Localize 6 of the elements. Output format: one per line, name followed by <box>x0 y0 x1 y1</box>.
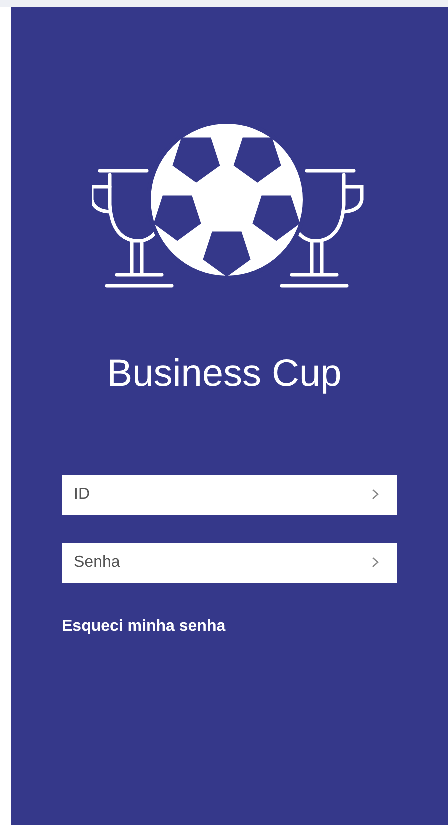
chevron-right-icon <box>372 557 379 568</box>
chevron-right-icon <box>372 489 379 500</box>
input-field[interactable]: ID <box>62 475 397 515</box>
input-field[interactable]: Senha <box>62 543 397 583</box>
forgot-password-link[interactable]: Esqueci minha senha <box>62 618 226 635</box>
app-title: Business Cup <box>107 355 342 393</box>
